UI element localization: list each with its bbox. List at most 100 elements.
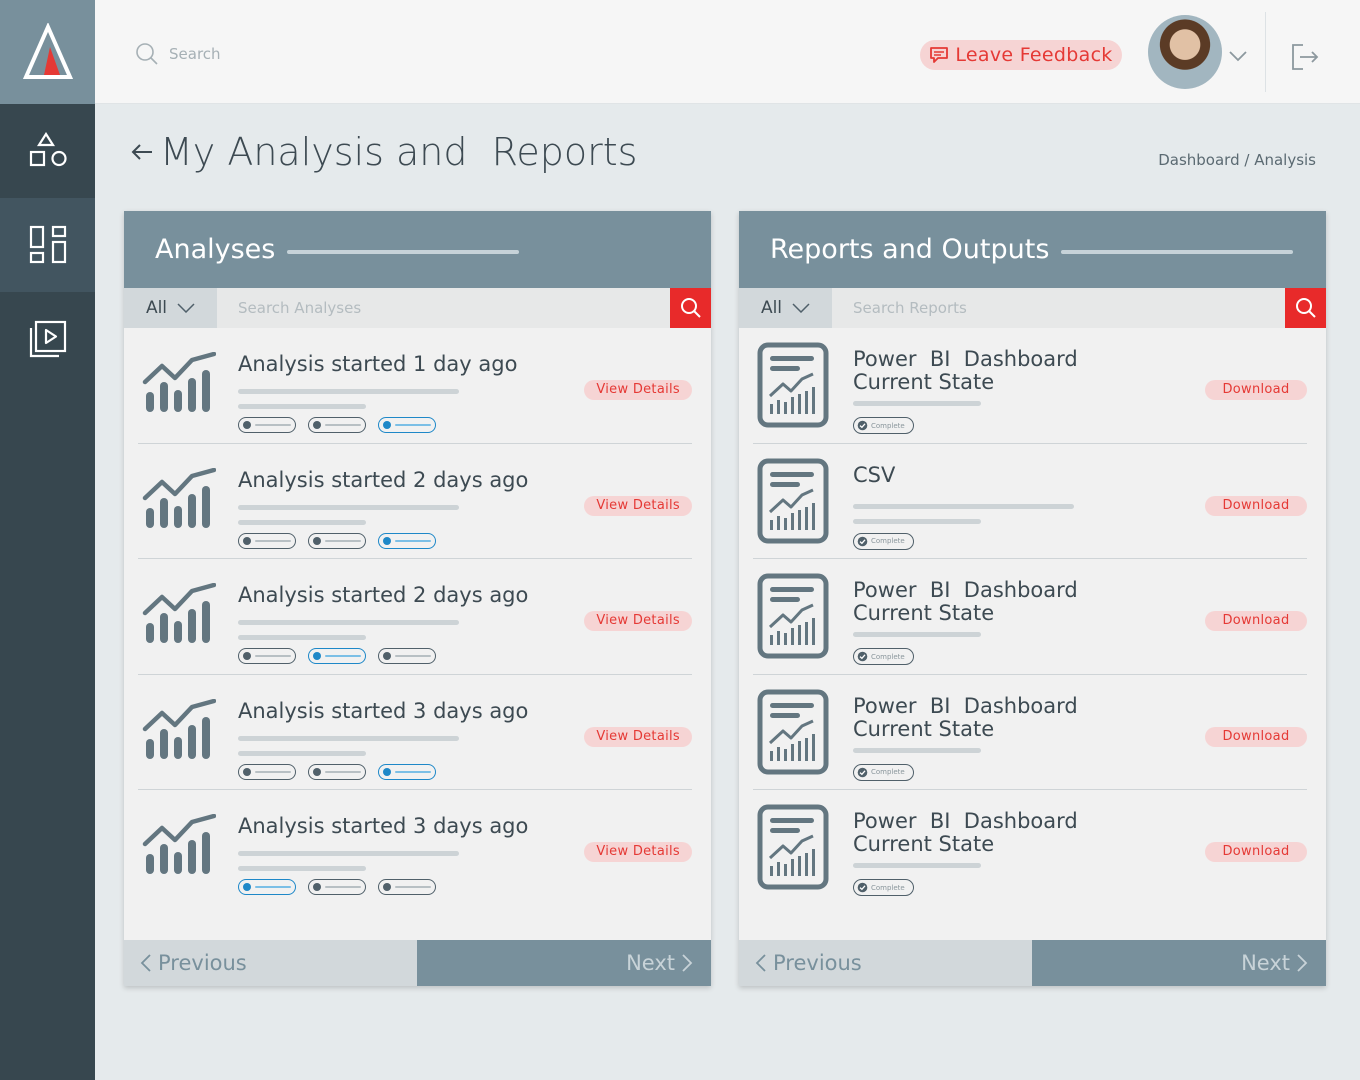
progress-steps	[238, 532, 436, 549]
reports-next-button[interactable]: Next	[1032, 940, 1326, 986]
back-arrow-icon[interactable]	[130, 140, 154, 164]
check-circle-icon	[857, 767, 868, 777]
reports-list: Power BI Dashboard Current State Complete…	[739, 328, 1326, 906]
report-title-line1: Power BI Dashboard	[853, 347, 1078, 371]
progress-step	[378, 879, 436, 895]
global-search[interactable]: Search	[135, 42, 221, 66]
status-badge: Complete	[853, 879, 914, 896]
list-item[interactable]: Analysis started 1 day ago View Details	[138, 328, 692, 444]
logo-icon	[22, 23, 73, 79]
reports-panel: Reports and Outputs All Search Reports P…	[739, 211, 1326, 986]
step-line	[255, 886, 291, 888]
list-item[interactable]: Analysis started 3 days ago View Details	[138, 790, 692, 906]
list-item[interactable]: Power BI Dashboard Current State Complete…	[753, 559, 1307, 675]
feedback-label: Leave Feedback	[955, 44, 1113, 66]
progress-steps	[238, 417, 436, 433]
avatar[interactable]	[1148, 15, 1222, 89]
progress-step	[238, 763, 296, 780]
analyses-previous-button[interactable]: Previous	[124, 940, 417, 986]
badge-label: Complete	[871, 652, 905, 661]
global-search-placeholder[interactable]: Search	[169, 45, 221, 63]
report-icon-wrap	[757, 804, 829, 894]
sidebar	[0, 0, 95, 1080]
list-item[interactable]: Power BI Dashboard Current State Complete…	[753, 328, 1307, 444]
placeholder-line	[238, 735, 459, 741]
step-dot	[313, 421, 321, 429]
step-dot	[243, 883, 251, 891]
report-document-icon	[757, 342, 829, 428]
analytics-chart-icon	[142, 351, 217, 412]
report-title-line2: Current State	[853, 370, 995, 394]
check-circle-icon	[857, 651, 868, 662]
badge-label: Complete	[871, 537, 905, 545]
step-dot	[243, 767, 251, 776]
app-logo[interactable]	[0, 0, 95, 104]
nav-media[interactable]	[0, 292, 95, 386]
analytics-chart-icon	[142, 813, 217, 874]
reports-previous-button[interactable]: Previous	[739, 940, 1032, 986]
view-details-button[interactable]: View Details	[584, 380, 692, 400]
reports-filter-dropdown[interactable]: All	[739, 288, 832, 328]
list-item[interactable]: Power BI Dashboard Current State Complete…	[753, 790, 1307, 906]
download-button[interactable]: Download	[1205, 380, 1307, 400]
nav-shapes[interactable]	[0, 104, 95, 198]
step-dot	[243, 421, 251, 429]
list-item[interactable]: Analysis started 3 days ago View Details	[138, 675, 692, 790]
report-title-line2: Current State	[853, 832, 995, 856]
view-details-button[interactable]: View Details	[584, 842, 692, 862]
analyses-search-button[interactable]	[670, 288, 711, 328]
reports-pager: Previous Next	[739, 940, 1326, 986]
report-title-line1: Power BI Dashboard	[853, 578, 1078, 602]
view-details-button[interactable]: View Details	[584, 726, 692, 747]
list-item[interactable]: Power BI Dashboard Current State Complete…	[753, 675, 1307, 790]
header-rule	[287, 249, 520, 254]
status-badge: Complete	[853, 417, 914, 434]
progress-step	[308, 648, 366, 664]
report-title-line1: Power BI Dashboard	[853, 809, 1078, 833]
progress-step	[238, 648, 296, 664]
step-line	[325, 770, 361, 773]
list-item[interactable]: Analysis started 2 days ago View Details	[138, 444, 692, 559]
view-details-button[interactable]: View Details	[584, 611, 692, 631]
reports-search-button[interactable]	[1285, 288, 1326, 328]
download-button[interactable]: Download	[1205, 842, 1307, 862]
analyses-filter-dropdown[interactable]: All	[124, 288, 217, 328]
download-button[interactable]: Download	[1205, 726, 1307, 747]
progress-step	[308, 763, 366, 780]
step-dot	[313, 883, 321, 891]
view-details-button[interactable]: View Details	[584, 495, 692, 516]
report-document-icon	[757, 689, 829, 774]
step-dot	[243, 536, 251, 545]
reports-title: Reports and Outputs	[770, 234, 1050, 265]
shapes-icon	[29, 132, 67, 167]
step-dot	[383, 767, 391, 776]
report-icon-wrap	[757, 458, 829, 548]
reports-header: Reports and Outputs	[739, 211, 1326, 288]
progress-step	[238, 417, 296, 433]
report-document-icon	[757, 458, 829, 543]
logout-icon[interactable]	[1290, 42, 1320, 72]
reports-search-input[interactable]: Search Reports	[832, 288, 1285, 328]
progress-step	[238, 879, 296, 895]
report-title: Power BI Dashboard Current State	[853, 810, 1078, 856]
step-line	[325, 886, 361, 888]
placeholder-line	[238, 635, 366, 640]
progress-step	[238, 532, 296, 549]
step-line	[395, 770, 431, 773]
step-dot	[313, 536, 321, 545]
placeholder-line	[238, 866, 366, 871]
nav-dashboard[interactable]	[0, 198, 95, 292]
progress-steps	[238, 648, 436, 664]
analyses-search-input[interactable]: Search Analyses	[217, 288, 670, 328]
placeholder-line	[853, 401, 981, 406]
leave-feedback-button[interactable]: Leave Feedback	[920, 40, 1122, 70]
breadcrumb[interactable]: Dashboard / Analysis	[1158, 151, 1316, 169]
placeholder-line	[238, 519, 366, 525]
list-item[interactable]: Analysis started 2 days ago View Details	[138, 559, 692, 675]
download-button[interactable]: Download	[1205, 495, 1307, 516]
download-button[interactable]: Download	[1205, 611, 1307, 631]
analytics-icon-wrap	[142, 813, 217, 880]
list-item[interactable]: CSV Complete Download	[753, 444, 1307, 559]
chevron-down-icon[interactable]	[1228, 50, 1248, 62]
analyses-next-button[interactable]: Next	[417, 940, 711, 986]
